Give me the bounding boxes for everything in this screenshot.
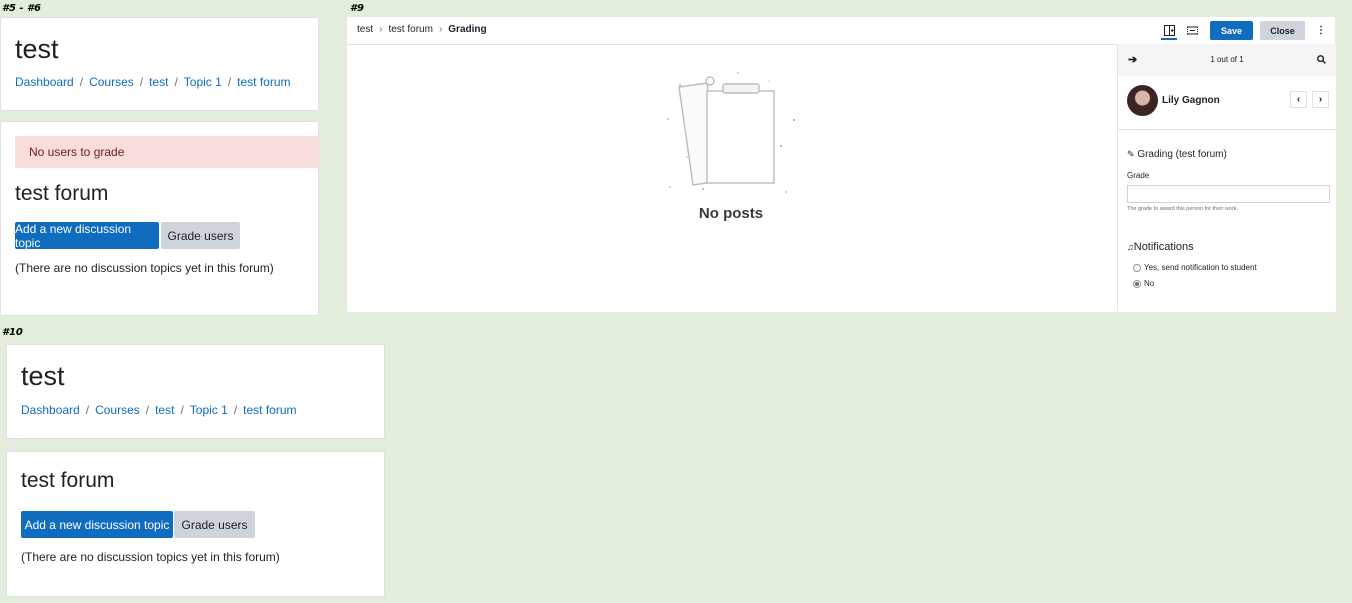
breadcrumb-forum[interactable]: test forum [243,403,296,417]
notifications-title: ♫Notifications [1127,241,1194,253]
grade-users-button[interactable]: Grade users [161,222,240,249]
divider [1118,129,1336,130]
add-discussion-button[interactable]: Add a new discussion topic [21,511,173,538]
notifications-label: Notifications [1133,241,1194,253]
bell-icon: ♫ [1127,242,1134,252]
no-users-alert: No users to grade [15,136,319,168]
grade-help-text: The grade to award this person for their… [1127,206,1238,212]
grading-panel: test›test forum›Grading Save Close ⋮ [347,17,1336,312]
grading-section-label: Grading (test forum) [1137,149,1227,160]
chevron-left-icon: ‹ [1296,94,1301,105]
grading-header: test › test forum › Grading Save Close ⋮ [347,17,1335,45]
previous-user-button[interactable]: ‹ [1290,91,1307,108]
notify-yes-radio[interactable] [1133,264,1141,272]
collapse-review-icon[interactable] [1184,22,1200,38]
kebab-menu-icon[interactable]: ⋮ [1313,22,1329,38]
user-pager-bar: ➔ 1 out of 1 [1118,44,1336,76]
next-user-button[interactable]: › [1312,91,1329,108]
course-header-panel-2: test Dashboard / Courses / test / Topic 1/test… [6,344,385,439]
empty-forum-note: (There are no discussion topics yet in t… [21,550,280,564]
breadcrumb-forum[interactable]: test forum [237,75,290,89]
pencil-icon: ✎ [1127,149,1135,159]
notify-yes-label: Yes, send notification to student [1144,263,1257,272]
notify-no-radio[interactable] [1133,280,1141,288]
page-title: test [15,34,59,64]
grade-label: Grade [1127,171,1150,180]
empty-forum-note: (There are no discussion topics yet in t… [15,261,274,275]
user-name: Lily Gagnon [1162,95,1220,106]
breadcrumb: Dashboard / Courses / test / Topic 1/test foru… [15,75,291,89]
add-discussion-button[interactable]: Add a new discussion topic [15,222,159,250]
grading-crumb-current: Grading [448,24,487,35]
breadcrumb-course[interactable]: test [149,75,168,89]
breadcrumb-courses[interactable]: Courses [89,75,134,89]
forum-panel: No users to grade test forum Add a new d… [0,121,319,316]
grade-input[interactable] [1127,185,1330,203]
collapse-grader-icon[interactable] [1161,22,1177,40]
no-posts-message: No posts [698,205,764,222]
breadcrumb-dashboard[interactable]: Dashboard [21,403,80,417]
breadcrumb-topic[interactable]: Topic 1 [190,403,228,417]
forum-title: test forum [15,182,109,205]
chevron-right-icon: › [1318,94,1323,105]
close-button[interactable]: Close [1260,21,1305,40]
forum-title: test forum [21,469,115,492]
breadcrumb: Dashboard / Courses / test / Topic 1/test foru… [21,403,297,417]
avatar [1127,85,1158,116]
save-button[interactable]: Save [1210,21,1253,40]
clipboard-illustration-icon [667,72,795,193]
notify-no-label: No [1144,279,1155,288]
grader-side-panel: ➔ 1 out of 1 Lily Gagnon ‹ › ✎ Grading (… [1117,44,1336,311]
forum-panel-2: test forum Add a new discussion topic Gr… [6,451,385,597]
section-label-second: #10 [2,327,23,338]
breadcrumb-topic[interactable]: Topic 1 [184,75,222,89]
pager-count: 1 out of 1 [1210,55,1244,64]
section-label-first: #5 - #6 [2,3,41,14]
grading-crumb-course[interactable]: test [357,24,373,35]
search-icon[interactable] [1317,55,1326,64]
section-label-grading: #9 [350,3,364,14]
breadcrumb-course[interactable]: test [155,403,174,417]
grade-users-button[interactable]: Grade users [174,511,255,538]
breadcrumb-dashboard[interactable]: Dashboard [15,75,74,89]
page-title: test [21,361,65,391]
grading-section-title: ✎ Grading (test forum) [1127,149,1227,160]
grading-crumb-forum[interactable]: test forum [388,24,432,35]
course-header-panel: test Dashboard / Courses / test / Topic 1/test… [0,17,319,111]
breadcrumb-courses[interactable]: Courses [95,403,140,417]
grading-breadcrumb: test › test forum › Grading [357,24,487,35]
